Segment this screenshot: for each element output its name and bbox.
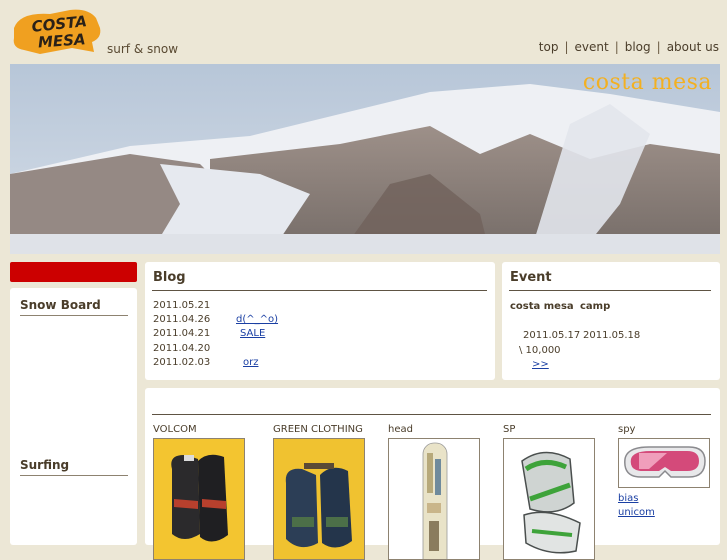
blog-panel: Blog 2011.05.21 2011.04.26 d(^_^o) 2011.0… [145, 262, 495, 380]
snowboard-image[interactable] [388, 438, 480, 560]
hero-banner: costa mesa [10, 64, 720, 254]
nav-top[interactable]: top [539, 40, 559, 54]
sidebar: Snow Board Surfing [10, 288, 137, 545]
nav-separator: | [564, 40, 569, 54]
sidebar-item-snow-board[interactable]: Snow Board [20, 298, 128, 316]
nav-separator: | [614, 40, 619, 54]
costa-mesa-logo[interactable]: COSTA MESA [10, 8, 102, 56]
tagline: surf & snow [107, 42, 179, 56]
svg-text:MESA: MESA [37, 30, 86, 51]
product-brand: SP [503, 424, 516, 435]
hero-brand-text: costa mesa [582, 70, 712, 95]
event-more-link[interactable]: >> [532, 359, 549, 370]
event-more-link-wrapper: >> [532, 359, 549, 370]
nav-blog[interactable]: blog [625, 40, 651, 54]
nav-about-us[interactable]: about us [667, 40, 719, 54]
event-type: camp [580, 301, 611, 312]
blog-link[interactable]: SALE [221, 328, 283, 339]
nav-separator: | [656, 40, 661, 54]
goggles-image[interactable] [618, 438, 710, 488]
blog-link[interactable]: d(^_^o) [221, 314, 278, 325]
nav-event[interactable]: event [575, 40, 609, 54]
divider [152, 414, 711, 415]
spy-links: bias unicom [618, 492, 655, 520]
blog-date: 2011.04.20 [153, 343, 211, 354]
event-title: Event [510, 270, 552, 285]
divider [509, 290, 711, 291]
blog-entry: 2011.04.21 SALE [153, 328, 283, 339]
divider [152, 290, 487, 291]
event-panel: Event costa mesa camp 2011.05.17 2011.05… [502, 262, 720, 380]
product-link-bias[interactable]: bias [618, 493, 638, 504]
event-name: costa mesa [510, 301, 574, 312]
blog-date: 2011.04.26 [153, 314, 211, 325]
top-navigation: top | event | blog | about us [539, 40, 719, 54]
sidebar-red-banner[interactable] [10, 262, 137, 282]
product-link-unicom[interactable]: unicom [618, 507, 655, 518]
gloves-image[interactable] [153, 438, 245, 560]
blog-title: Blog [153, 270, 186, 285]
product-brand: spy [618, 424, 636, 435]
blog-entry: 2011.04.20 [153, 343, 251, 354]
blog-entry: 2011.05.21 [153, 300, 273, 311]
products-panel: VOLCOM GREEN CLOTHING head SP spy bias u… [145, 388, 720, 560]
product-brand: head [388, 424, 413, 435]
product-brand: GREEN CLOTHING [273, 424, 363, 435]
blog-date: 2011.05.21 [153, 300, 211, 311]
event-price: \ 10,000 [519, 345, 561, 356]
mittens-image[interactable] [273, 438, 365, 560]
product-brand: VOLCOM [153, 424, 197, 435]
binding-image[interactable] [503, 438, 595, 560]
event-end-date: 2011.05.18 [583, 330, 641, 341]
event-start-date: 2011.05.17 [523, 330, 581, 341]
blog-link[interactable]: orz [221, 357, 260, 368]
blog-entry: 2011.02.03 orz [153, 357, 260, 368]
blog-date: 2011.04.21 [153, 328, 211, 339]
sidebar-item-surfing[interactable]: Surfing [20, 458, 128, 476]
blog-date: 2011.02.03 [153, 357, 211, 368]
blog-entry: 2011.04.26 d(^_^o) [153, 314, 278, 325]
